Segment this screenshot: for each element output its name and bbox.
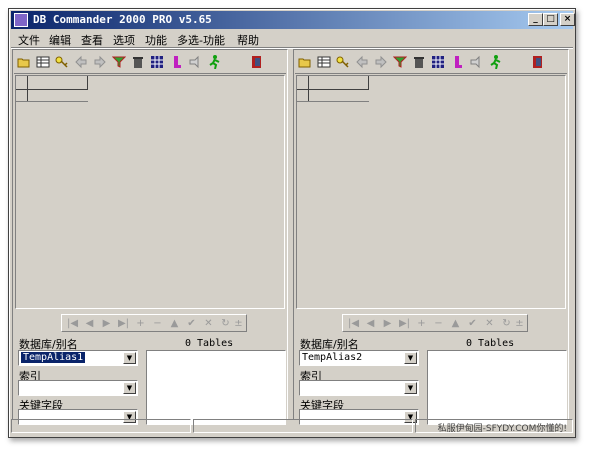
nav-first-icon[interactable]: |◀ <box>64 316 81 331</box>
left-navigator-buttons: |◀ ◀ ▶ ▶| + − ▲ ✔ ✕ ↻ ± <box>61 314 247 332</box>
nav-next-icon[interactable]: ▶ <box>98 316 115 331</box>
key-icon[interactable] <box>336 55 350 69</box>
menu-view[interactable]: 查看 <box>81 32 103 48</box>
nav-apply-icon[interactable]: ± <box>230 316 247 331</box>
title-bar[interactable]: DB Commander 2000 PRO v5.65 _ □ × <box>11 11 575 29</box>
grid-icon[interactable] <box>431 55 445 69</box>
tables-count-label: 0 Tables <box>466 338 515 349</box>
app-window: DB Commander 2000 PRO v5.65 _ □ × 文件 编辑 … <box>8 8 576 438</box>
left-toolbar <box>14 51 286 74</box>
nav-post-icon[interactable]: ✔ <box>183 316 200 331</box>
nav-first-icon[interactable]: |◀ <box>345 316 362 331</box>
left-data-grid[interactable] <box>15 75 285 309</box>
menu-multi-functions[interactable]: 多选-功能 <box>177 32 225 48</box>
status-panel-2 <box>193 419 413 433</box>
menu-options[interactable]: 选项 <box>113 32 135 48</box>
nav-prior-icon[interactable]: ◀ <box>81 316 98 331</box>
chevron-down-icon[interactable]: ▼ <box>123 352 136 364</box>
open-folder-icon[interactable] <box>298 55 312 69</box>
query-icon[interactable] <box>469 55 483 69</box>
nav-delete-icon[interactable]: − <box>430 316 447 331</box>
query-icon[interactable] <box>188 55 202 69</box>
nav-delete-icon[interactable]: − <box>149 316 166 331</box>
nav-last-icon[interactable]: ▶| <box>396 316 413 331</box>
grid-header <box>16 76 88 102</box>
back-arrow-icon[interactable] <box>74 55 88 69</box>
right-navigator-buttons: |◀ ◀ ▶ ▶| + − ▲ ✔ ✕ ↻ ± <box>342 314 528 332</box>
exit-icon[interactable] <box>250 55 264 69</box>
trash-icon[interactable] <box>412 55 426 69</box>
table-icon[interactable] <box>317 55 331 69</box>
nav-next-icon[interactable]: ▶ <box>379 316 396 331</box>
menu-file[interactable]: 文件 <box>18 32 40 48</box>
nav-edit-icon[interactable]: ▲ <box>447 316 464 331</box>
grid-icon[interactable] <box>150 55 164 69</box>
exit-icon[interactable] <box>531 55 545 69</box>
app-icon <box>14 13 28 27</box>
database-alias-value: TempAlias1 <box>21 352 86 363</box>
nav-edit-icon[interactable]: ▲ <box>166 316 183 331</box>
forward-arrow-icon[interactable] <box>374 55 388 69</box>
tables-list[interactable] <box>146 350 286 425</box>
menu-edit[interactable]: 编辑 <box>49 32 71 48</box>
nav-cancel-icon[interactable]: ✕ <box>200 316 217 331</box>
status-bar: 私服伊甸园-SFYDY.COM你懂的! <box>11 419 573 435</box>
nav-insert-icon[interactable]: + <box>132 316 149 331</box>
back-arrow-icon[interactable] <box>355 55 369 69</box>
watermark-text: 私服伊甸园-SFYDY.COM你懂的! <box>437 424 567 434</box>
open-folder-icon[interactable] <box>17 55 31 69</box>
nav-prior-icon[interactable]: ◀ <box>362 316 379 331</box>
nav-insert-icon[interactable]: + <box>413 316 430 331</box>
chevron-down-icon[interactable]: ▼ <box>404 352 417 364</box>
window-title: DB Commander 2000 PRO v5.65 <box>33 13 212 26</box>
nav-cancel-icon[interactable]: ✕ <box>481 316 498 331</box>
sql-icon[interactable] <box>169 55 183 69</box>
left-pane: |◀ ◀ ▶ ▶| + − ▲ ✔ ✕ ↻ ± 数据库/别名 0 Tables … <box>12 49 288 425</box>
sql-icon[interactable] <box>450 55 464 69</box>
chevron-down-icon[interactable]: ▼ <box>404 382 417 394</box>
index-select[interactable]: ▼ <box>18 380 138 396</box>
tables-list[interactable] <box>427 350 567 425</box>
menu-help[interactable]: 帮助 <box>237 32 259 48</box>
nav-post-icon[interactable]: ✔ <box>464 316 481 331</box>
table-icon[interactable] <box>36 55 50 69</box>
right-data-grid[interactable] <box>296 75 566 309</box>
nav-apply-icon[interactable]: ± <box>511 316 528 331</box>
nav-last-icon[interactable]: ▶| <box>115 316 132 331</box>
menu-bar: 文件 编辑 查看 选项 功能 多选-功能 帮助 <box>11 30 573 47</box>
status-panel-1 <box>11 419 191 433</box>
filter-icon[interactable] <box>393 55 407 69</box>
run-icon[interactable] <box>488 55 502 69</box>
minimize-button[interactable]: _ <box>528 13 543 26</box>
grid-header <box>297 76 369 102</box>
filter-icon[interactable] <box>112 55 126 69</box>
right-navigator: |◀ ◀ ▶ ▶| + − ▲ ✔ ✕ ↻ ± <box>294 313 568 333</box>
chevron-down-icon[interactable]: ▼ <box>123 382 136 394</box>
right-pane: |◀ ◀ ▶ ▶| + − ▲ ✔ ✕ ↻ ± 数据库/别名 0 Tables … <box>293 49 569 425</box>
maximize-button[interactable]: □ <box>543 13 558 26</box>
left-navigator: |◀ ◀ ▶ ▶| + − ▲ ✔ ✕ ↻ ± <box>13 313 287 333</box>
database-alias-value: TempAlias2 <box>302 352 363 363</box>
database-alias-select[interactable]: TempAlias1 ▼ <box>18 350 138 366</box>
database-alias-select[interactable]: TempAlias2 ▼ <box>299 350 419 366</box>
run-icon[interactable] <box>207 55 221 69</box>
key-icon[interactable] <box>55 55 69 69</box>
index-select[interactable]: ▼ <box>299 380 419 396</box>
trash-icon[interactable] <box>131 55 145 69</box>
forward-arrow-icon[interactable] <box>93 55 107 69</box>
menu-functions[interactable]: 功能 <box>145 32 167 48</box>
right-toolbar <box>295 51 567 74</box>
tables-count-label: 0 Tables <box>185 338 234 349</box>
close-button[interactable]: × <box>560 13 575 26</box>
